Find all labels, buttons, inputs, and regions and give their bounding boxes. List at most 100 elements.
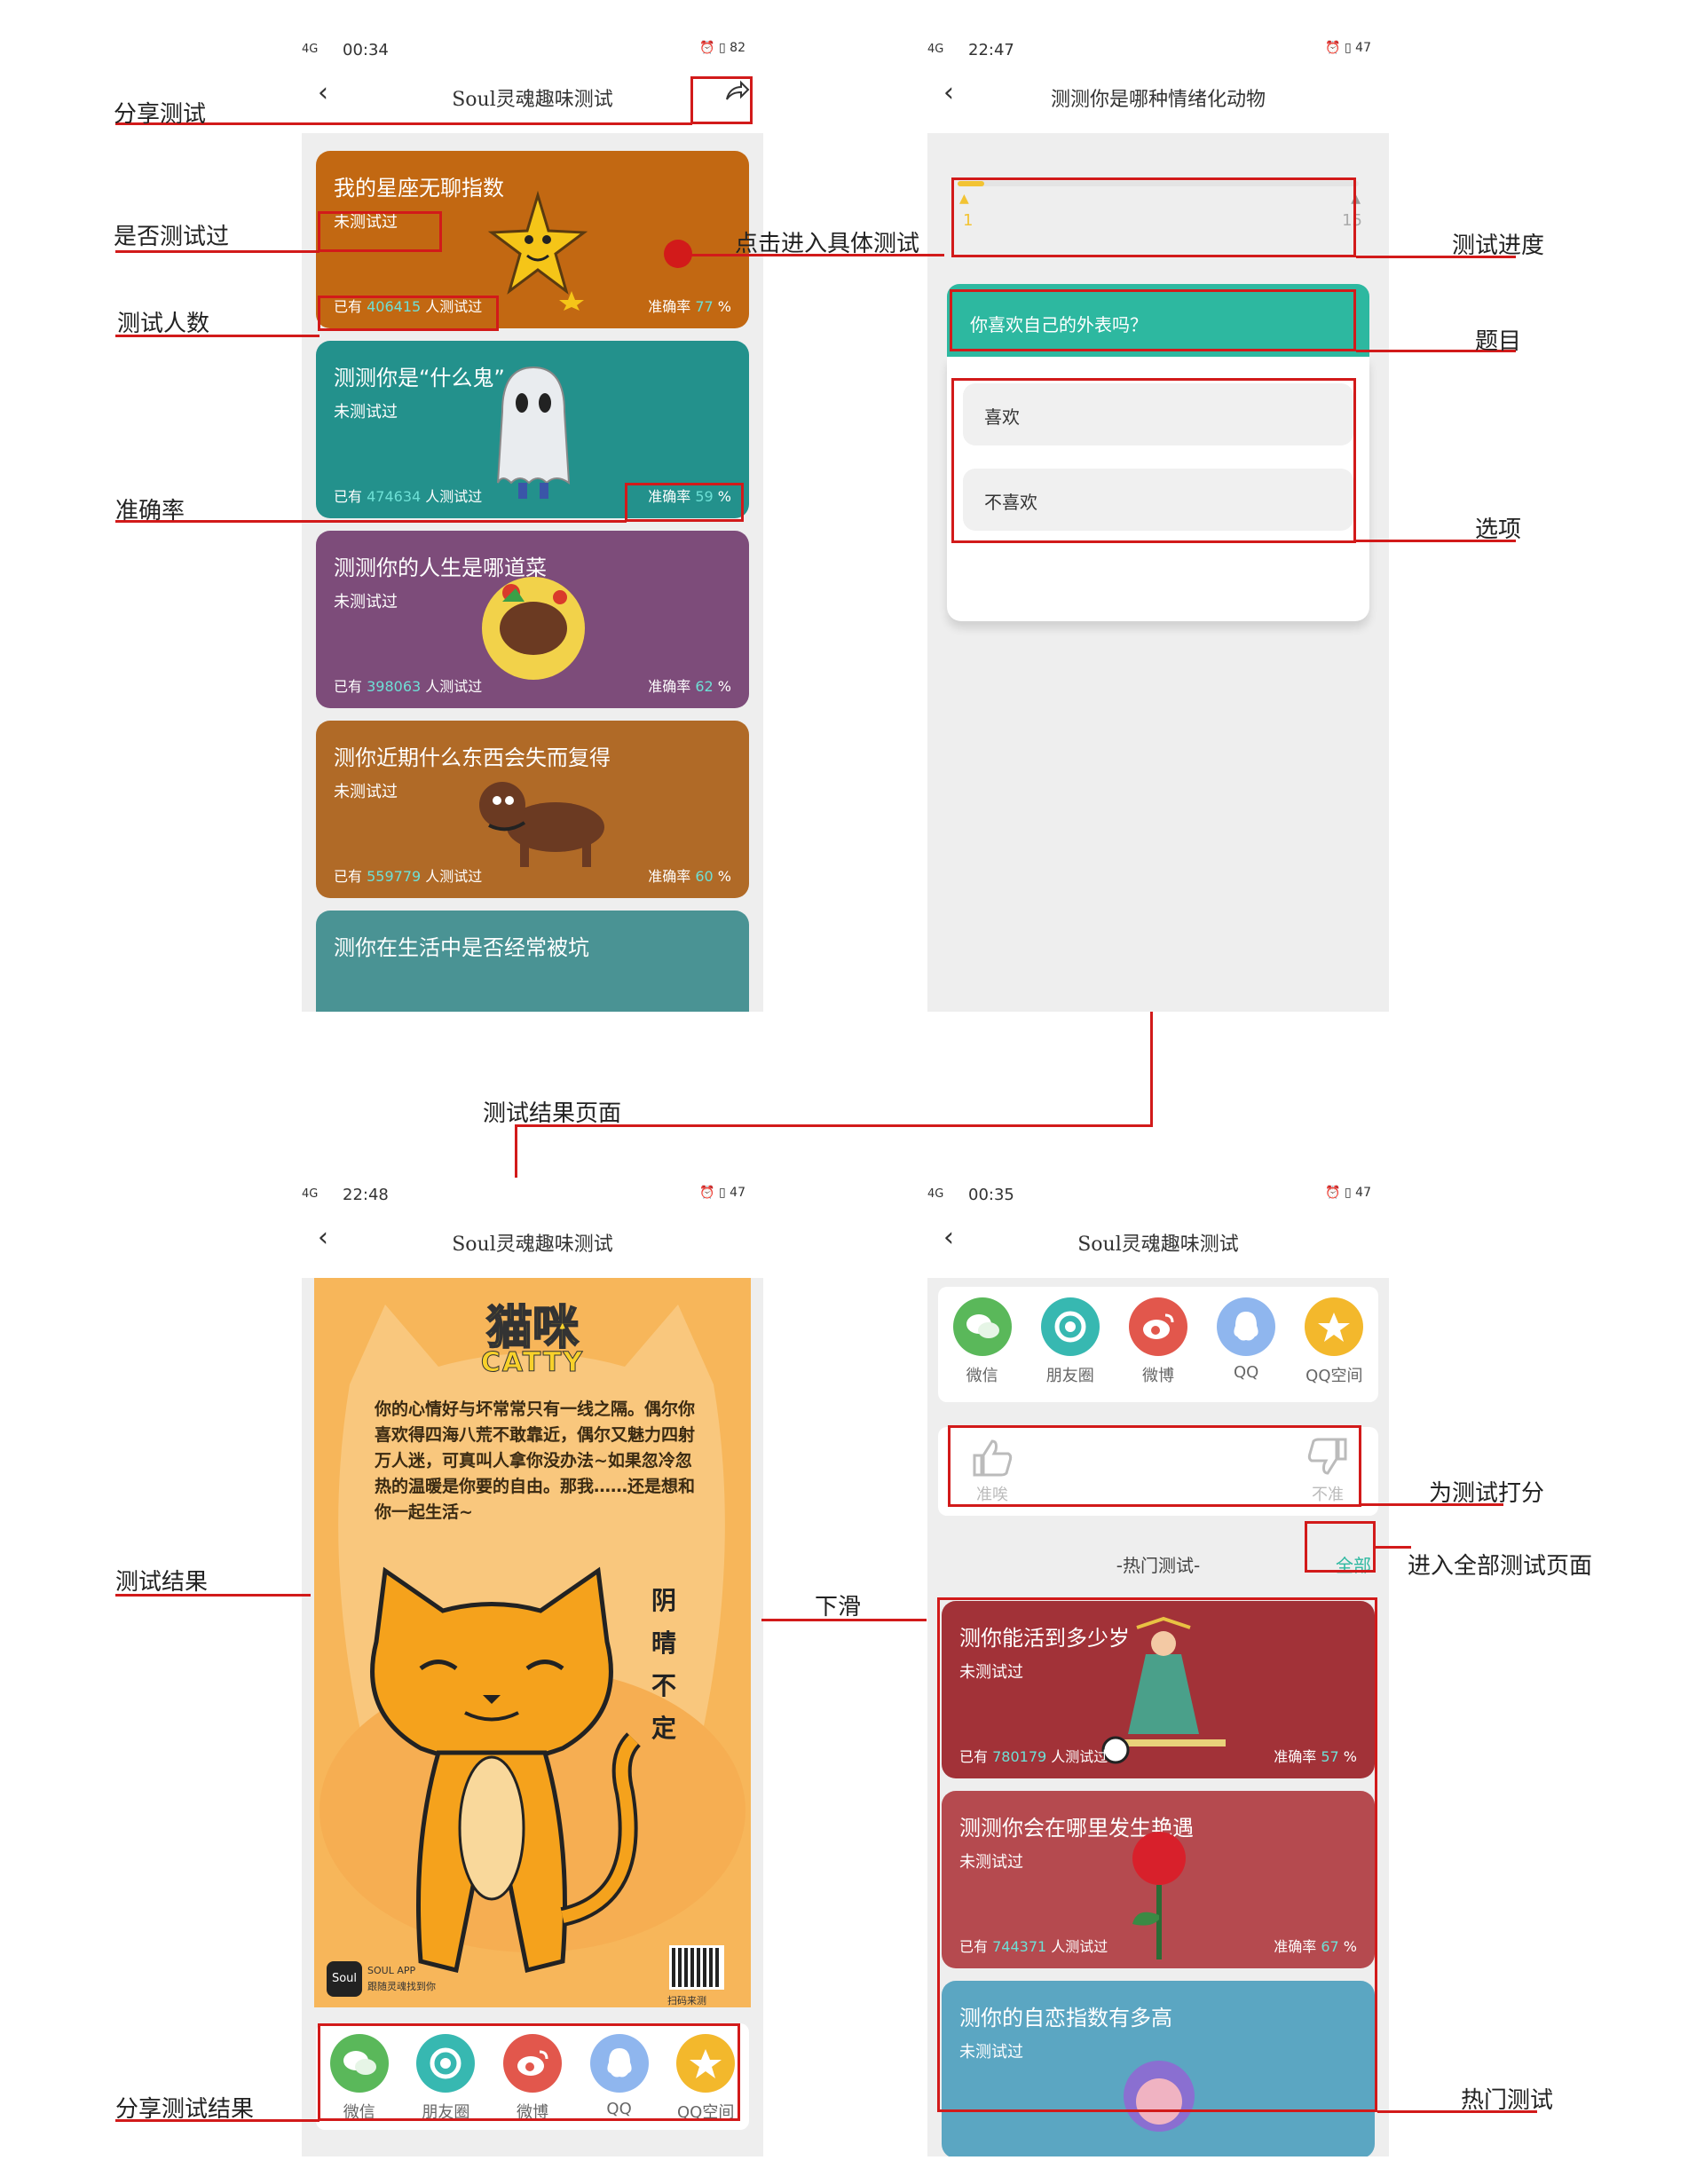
battery-indicator: ⏰ ▯ 47 [699,1186,745,1200]
back-icon[interactable]: ‹ [318,1225,328,1251]
accuracy-highlight [625,483,744,522]
dish-illustration [482,577,585,680]
test-card[interactable]: 测你近期什么东西会失而复得 未测试过 已有 559779 人测试过 准确率 60… [316,721,749,898]
battery-indicator: ⏰ ▯ 47 [1325,1186,1371,1200]
annotation-share-result: 分享测试结果 [115,2096,255,2123]
annotation-line [115,520,627,523]
connector-line [1150,1012,1153,1127]
back-icon[interactable]: ‹ [943,1225,954,1251]
page-title: Soul灵魂趣味测试 [452,89,613,111]
annotation-test-count: 测试人数 [117,311,210,337]
signal-icon: 4G [302,43,319,56]
annotation-tested-or-not: 是否测试过 [114,224,230,250]
tested-status-highlight [318,211,442,252]
list-scroll-area[interactable]: 我的星座无聊指数 未测试过 已有 406415 人测试过 准确率 77 % 测测… [302,133,763,1012]
card-title: 我的星座无聊指数 [334,176,504,201]
qr-code [669,1945,724,1990]
annotation-options: 选项 [1475,516,1522,543]
card-title: 测测你是“什么鬼” [334,366,505,390]
annotation-swipe-down: 下滑 [815,1594,862,1620]
cat-illustration [370,1566,642,1974]
count-suffix: 人测试过 [425,678,483,695]
share-label: 微博 [1141,1367,1174,1385]
ghost-illustration [497,366,571,499]
weibo-icon [1128,1297,1187,1356]
qzone-icon [1305,1297,1364,1356]
card-tested-status: 未测试过 [334,593,398,611]
quiz-title: 测测你是哪种情绪化动物 [1050,89,1266,111]
annotation-hot-tests: 热门测试 [1461,2087,1554,2114]
share-weibo[interactable]: 微博 [1118,1297,1198,1402]
share-wechat[interactable]: 微信 [943,1297,1022,1402]
annotation-share-test: 分享测试 [114,101,207,128]
count-prefix: 已有 [334,868,363,885]
soul-logo: Soul [327,1961,362,1997]
annotation-progress: 测试进度 [1452,233,1545,259]
card-test-count: 已有 474634 人测试过 [334,485,482,506]
card-test-count: 已有 559779 人测试过 [334,864,482,886]
result-title-en: CATTY [480,1347,585,1379]
status-time: 00:34 [343,41,389,59]
share-qzone[interactable]: QQ空间 [1294,1297,1374,1402]
question-highlight [950,289,1356,351]
annotation-click-enter: 点击进入具体测试 [735,231,920,257]
signal-icon: 4G [302,1187,319,1201]
test-card[interactable]: 测测你的人生是哪道菜 未测试过 已有 398063 人测试过 准确率 62 % [316,531,749,708]
options-highlight [951,378,1356,543]
battery-level: 47 [1355,1186,1371,1200]
hot-tests-highlight [937,1597,1377,2112]
share-icon-highlight [690,76,753,124]
signal-icon: 4G [927,1187,944,1201]
acc-prefix: 准确率 [648,868,691,885]
annotation-result: 测试结果 [115,1569,209,1596]
battery-indicator: ⏰ ▯ 47 [1325,41,1371,55]
dog-illustration [479,782,604,867]
acc-suffix: % [717,298,731,315]
annotation-line [1376,1546,1411,1549]
result-poster: 猫咪 CATTY 你的心情好与坏常常只有一线之隔。偶尔你喜欢得四海八荒不敢靠近，… [314,1278,751,2007]
status-bar: 4G 22:47 ⏰ ▯ 47 [927,35,1389,67]
nav-bar: ‹ Soul灵魂趣味测试 [927,1216,1389,1265]
brand-subtitle: SOUL APP [367,1965,416,1976]
battery-level: 47 [1355,41,1371,55]
status-bar: 4G 00:34 ⏰ ▯ 82 [302,35,763,67]
test-card[interactable]: 测你在生活中是否经常被坑 [316,911,749,1012]
annotation-accuracy: 准确率 [115,498,185,524]
acc-number: 77 [695,298,714,315]
share-label: 朋友圈 [1045,1367,1094,1385]
qq-icon [1217,1297,1276,1356]
card-accuracy: 准确率 77 % [648,295,731,316]
acc-suffix: % [717,678,731,695]
share-result-highlight [318,2023,740,2121]
count-prefix: 已有 [334,488,363,505]
share-moments[interactable]: 朋友圈 [1030,1297,1110,1402]
status-time: 00:35 [968,1186,1014,1204]
signal-icon: 4G [927,43,944,56]
rating-highlight [948,1425,1361,1507]
annotation-result-page: 测试结果页面 [483,1100,622,1127]
card-title: 测你在生活中是否经常被坑 [334,935,589,960]
card-accuracy: 准确率 62 % [648,674,731,696]
count-number: 474634 [367,488,422,505]
phone-test-list: 4G 00:34 ⏰ ▯ 82 ‹ Soul灵魂趣味测试 我的星座无聊指数 未测… [302,35,763,1012]
battery-level: 82 [730,41,745,55]
moments-icon [1040,1297,1100,1356]
test-count-highlight [318,296,499,331]
back-icon[interactable]: ‹ [318,80,328,106]
share-label: QQ [1233,1363,1259,1382]
share-qq[interactable]: QQ [1206,1297,1286,1402]
star-illustration [487,190,588,311]
phone-result: 4G 22:48 ⏰ ▯ 47 ‹ Soul灵魂趣味测试 猫咪 CATTY 你的… [302,1180,763,2156]
acc-number: 62 [695,678,714,695]
back-icon[interactable]: ‹ [943,80,954,106]
acc-prefix: 准确率 [648,298,691,315]
card-accuracy: 准确率 60 % [648,864,731,886]
qr-caption: 扫码来测 [667,1995,706,2007]
nav-bar: ‹ Soul灵魂趣味测试 [302,1216,763,1265]
acc-suffix: % [717,868,731,885]
quiz-area: ▲ ▲ 1 15 你喜欢自己的外表吗？ 喜欢 不喜欢 [927,133,1389,1012]
acc-prefix: 准确率 [648,678,691,695]
view-all-highlight [1305,1521,1376,1573]
battery-level: 47 [730,1186,745,1200]
card-tested-status: 未测试过 [334,783,398,801]
